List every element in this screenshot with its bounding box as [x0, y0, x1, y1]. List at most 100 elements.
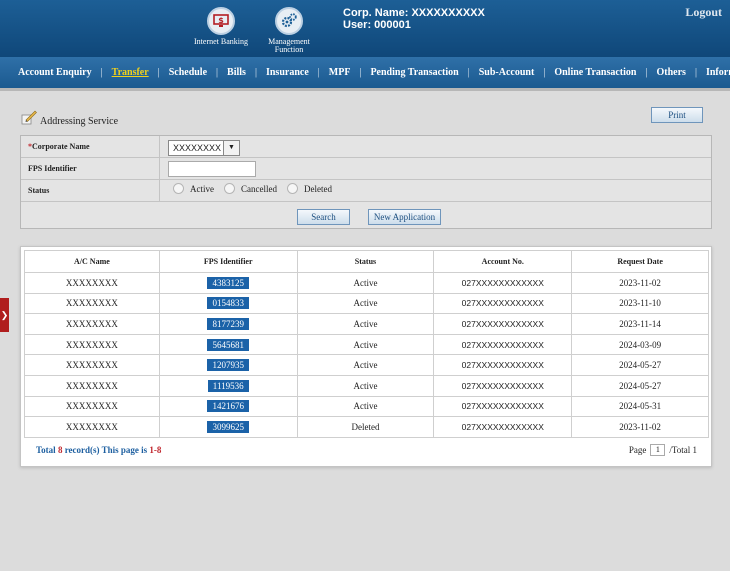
page-number-input[interactable]: 1 — [650, 444, 666, 456]
table-row: XXXXXXXX 1421676 Active 027XXXXXXXXXXXX 2024… — [24, 395, 709, 418]
cell-status: Active — [296, 333, 435, 356]
fps-identifier-link[interactable]: 1421676 — [207, 400, 249, 413]
nav-schedule[interactable]: Schedule — [160, 67, 216, 78]
cell-request-date: 2024-03-09 — [571, 333, 709, 356]
corp-name: Corp. Name: XXXXXXXXXX — [343, 7, 485, 19]
cell-fps: 8177239 — [158, 313, 298, 335]
status-deleted-label: Deleted — [303, 183, 332, 194]
fps-identifier-input[interactable] — [168, 161, 256, 177]
fps-identifier-link[interactable]: 0154833 — [207, 297, 249, 310]
nav-mpf[interactable]: MPF — [320, 67, 360, 78]
table-row: XXXXXXXX 3099625 Deleted 027XXXXXXXXXXXX 202… — [24, 416, 709, 438]
cell-account-no: 027XXXXXXXXXXXX — [433, 416, 573, 438]
corp-info: Corp. Name: XXXXXXXXXX User: 000001 — [343, 7, 485, 31]
total-count: 8 — [57, 445, 63, 455]
cell-ac-name: XXXXXXXX — [24, 272, 160, 294]
status-deleted-radio[interactable] — [286, 183, 298, 194]
fps-identifier-link[interactable]: 8177239 — [207, 317, 249, 330]
fps-identifier-link[interactable]: 3099625 — [207, 420, 249, 433]
cell-account-no: 027XXXXXXXXXXXX — [433, 292, 573, 315]
chevron-right-icon: ❯ — [0, 309, 9, 320]
status-active-label: Active — [190, 183, 214, 194]
page-title: Addressing Service — [40, 116, 119, 127]
cell-account-no: 027XXXXXXXXXXXX — [433, 395, 573, 418]
cell-request-date: 2023-11-14 — [571, 313, 709, 335]
fps-identifier-link[interactable]: 1119536 — [207, 379, 249, 392]
table-row: XXXXXXXX 0154833 Active 027XXXXXXXXXXXX 2023… — [24, 292, 709, 315]
total-pages: /Total 1 — [669, 445, 697, 455]
cell-ac-name: XXXXXXXX — [24, 395, 160, 418]
nav-account-enquiry[interactable]: Account Enquiry — [9, 67, 101, 78]
cell-fps: 5645681 — [158, 333, 298, 356]
corporate-name-select[interactable]: XXXXXXXX ▼ — [168, 140, 240, 156]
gears-icon — [275, 7, 303, 35]
table-row: XXXXXXXX 8177239 Active 027XXXXXXXXXXXX 2023… — [24, 313, 709, 335]
status-active-radio[interactable] — [173, 183, 184, 194]
page-title-row: Addressing Service — [20, 106, 118, 127]
fps-identifier-link[interactable]: 1207935 — [207, 359, 249, 372]
table-row: XXXXXXXX 1207935 Active 027XXXXXXXXXXXX 2024… — [24, 354, 709, 376]
col-ac-name: A/C Name — [24, 250, 160, 273]
cell-account-no: 027XXXXXXXXXXXX — [433, 354, 573, 376]
cell-request-date: 2023-11-10 — [571, 292, 709, 315]
page-range: 1-8 — [149, 445, 162, 455]
cell-account-no: 027XXXXXXXXXXXX — [433, 313, 573, 335]
cell-fps: 1421676 — [158, 395, 298, 418]
main-nav: Account Enquiry | Transfer | Schedule | Bil… — [0, 57, 730, 91]
status-radio-group: Active Cancelled Deleted — [173, 183, 342, 194]
status-label: Status — [21, 180, 160, 201]
monitor-dollar-icon: $ — [207, 7, 235, 35]
cell-ac-name: XXXXXXXX — [24, 313, 160, 335]
status-cancelled-radio[interactable] — [224, 183, 235, 194]
print-button[interactable]: Print — [651, 107, 703, 123]
cell-account-no: 027XXXXXXXXXXXX — [433, 272, 573, 294]
chevron-down-icon: ▼ — [223, 141, 239, 155]
cell-request-date: 2023-11-02 — [571, 416, 709, 438]
fps-identifier-link[interactable]: 5645681 — [207, 338, 249, 351]
cell-status: Active — [296, 292, 435, 315]
pencil-note-icon — [21, 110, 37, 124]
svg-text:$: $ — [218, 16, 224, 25]
results-table: A/C Name FPS Identifier Status Account N… — [24, 250, 709, 438]
total-records: Total 8 record(s) This page is 1-8 — [36, 445, 162, 455]
new-application-button[interactable]: New Application — [368, 209, 441, 225]
nav-transfer[interactable]: Transfer — [103, 67, 158, 78]
cell-request-date: 2024-05-31 — [571, 395, 709, 418]
results-panel: A/C Name FPS Identifier Status Account N… — [20, 246, 712, 467]
internet-banking-button[interactable]: $ Internet Banking — [193, 7, 249, 46]
page-label: Page — [628, 445, 647, 455]
col-request-date: Request Date — [571, 250, 709, 273]
cell-request-date: 2024-05-27 — [571, 374, 709, 397]
corporate-name-value: XXXXXXXX — [173, 143, 222, 153]
nav-online-transaction[interactable]: Online Transaction — [545, 67, 645, 78]
nav-pending-transaction[interactable]: Pending Transaction — [361, 67, 467, 78]
col-status: Status — [296, 250, 435, 273]
status-row: Status Active Cancelled Deleted — [21, 180, 711, 202]
cell-fps: 3099625 — [158, 416, 298, 438]
management-function-button[interactable]: Management Function — [262, 7, 316, 54]
nav-sub-account[interactable]: Sub-Account — [470, 67, 544, 78]
cell-fps: 0154833 — [158, 292, 298, 315]
fps-identifier-link[interactable]: 4383125 — [207, 276, 249, 289]
cell-status: Active — [296, 395, 435, 418]
nav-information[interactable]: Information — [697, 67, 730, 78]
pager: Page 1 /Total 1 — [629, 444, 697, 456]
nav-others[interactable]: Others — [648, 67, 695, 78]
cell-fps: 1119536 — [158, 374, 298, 397]
side-panel-toggle[interactable]: ❯ — [0, 298, 9, 332]
nav-insurance[interactable]: Insurance — [257, 67, 318, 78]
corporate-name-row: *Corporate Name XXXXXXXX ▼ — [21, 136, 711, 158]
cell-account-no: 027XXXXXXXXXXXX — [433, 333, 573, 356]
fps-identifier-label: FPS Identifier — [21, 158, 160, 179]
nav-bills[interactable]: Bills — [218, 67, 255, 78]
cell-ac-name: XXXXXXXX — [24, 292, 160, 315]
cell-ac-name: XXXXXXXX — [24, 333, 160, 356]
corporate-name-label: Corporate Name — [32, 142, 90, 151]
cell-status: Active — [296, 374, 435, 397]
search-form: *Corporate Name XXXXXXXX ▼ FPS Identifie… — [20, 135, 712, 229]
cell-request-date: 2024-05-27 — [571, 354, 709, 376]
cell-account-no: 027XXXXXXXXXXXX — [433, 374, 573, 397]
table-row: XXXXXXXX 4383125 Active 027XXXXXXXXXXXX 2023… — [24, 272, 709, 294]
logout-link[interactable]: Logout — [685, 5, 722, 20]
search-button[interactable]: Search — [297, 209, 350, 225]
